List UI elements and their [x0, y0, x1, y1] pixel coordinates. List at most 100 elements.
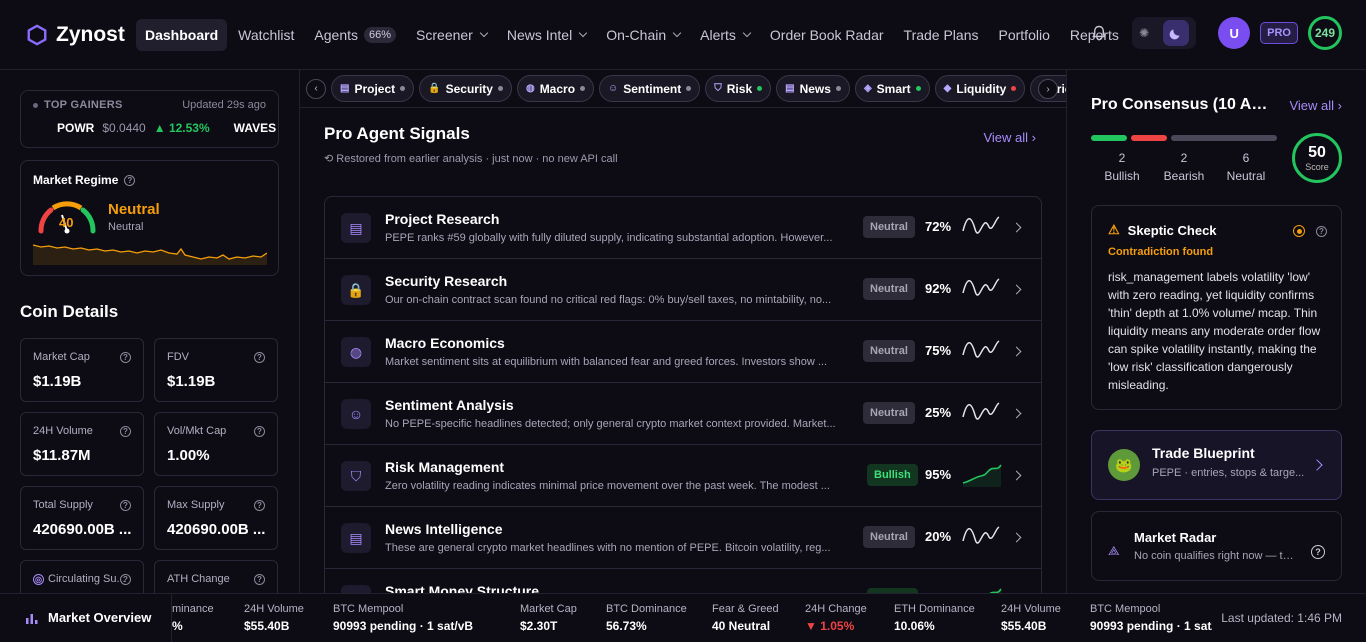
ticker-value: 90993 pending · 1 sat/vB [1090, 619, 1212, 633]
market-regime-card: Market Regime? 40 Neutral Neutral [20, 160, 279, 276]
notifications-button[interactable] [1082, 16, 1116, 50]
chevron-left-icon[interactable]: ‹ [306, 78, 326, 99]
nav-screener[interactable]: Screener [407, 19, 496, 51]
pepe-avatar-icon: 🐸 [1108, 449, 1140, 481]
help-icon[interactable]: ? [124, 174, 136, 186]
nav-agents[interactable]: Agents 66% [305, 19, 405, 51]
help-icon[interactable]: ? [254, 500, 265, 511]
help-icon[interactable]: ? [254, 574, 265, 585]
view-all-label: View all [983, 130, 1029, 145]
chip-label: Risk [726, 81, 753, 96]
nav-label: Alerts [700, 26, 736, 43]
neutral-count-value: 6 [1242, 151, 1250, 165]
last-updated: Last updated: 1:46 PM [1221, 611, 1342, 625]
ticker-item: Market Cap $2.30T [520, 603, 577, 633]
chip-liquidity[interactable]: ◆ Liquidity [934, 75, 1026, 102]
signal-row[interactable]: ⛉ Risk Management Zero volatility reading … [325, 445, 1041, 507]
stat-value: 420690.00B ... [167, 521, 265, 538]
help-icon[interactable]: ? [1311, 545, 1325, 559]
help-icon[interactable]: ? [120, 500, 131, 511]
gainer-price: $0.0440 [102, 121, 146, 135]
chip-risk[interactable]: ⛉ Risk [705, 75, 772, 102]
signals-view-all-link[interactable]: View all › [983, 130, 1036, 145]
history-icon: ⟲ [324, 153, 334, 165]
brand-name: Zynost [56, 22, 125, 46]
chip-label: Smart [876, 81, 911, 96]
signal-row[interactable]: ◈Smart Money StructurePrice swept liquid… [325, 569, 1041, 593]
chip-icon: ◆ [943, 83, 952, 94]
nav-watchlist[interactable]: Watchlist [229, 19, 303, 51]
signal-confidence: 72% [925, 219, 952, 234]
header-tools: ✺ U PRO 249 [1082, 16, 1342, 50]
signal-confidence: 92% [925, 281, 952, 296]
skeptic-flag: Contradiction found [1108, 246, 1214, 258]
stat-label: ATH Change [167, 573, 230, 585]
signal-status-badge: Neutral [863, 340, 915, 362]
signals-list: ▤ Project Research PEPE ranks #59 globally… [324, 196, 1042, 593]
neutral-bar [1171, 135, 1277, 141]
market-radar-card[interactable]: ⟁ Market Radar No coin qualifies right n… [1091, 511, 1342, 581]
chip-news[interactable]: ▤ News [776, 75, 850, 102]
chip-macro[interactable]: ◍ Macro [516, 75, 595, 102]
chevron-down-icon [742, 28, 752, 38]
help-icon[interactable]: ? [120, 574, 131, 585]
signal-row[interactable]: ▤ News Intelligence These are general cryp… [325, 507, 1041, 569]
chip-smart[interactable]: ◈ Smart [854, 75, 930, 102]
nav-on-chain[interactable]: On-Chain [597, 19, 689, 51]
points-ring[interactable]: 249 [1308, 16, 1342, 50]
top-gainers-updated: Updated 29s ago [182, 99, 266, 111]
gainer-symbol[interactable]: POWR [57, 121, 94, 135]
sun-icon[interactable]: ✺ [1139, 26, 1149, 40]
market-overview-title[interactable]: Market Overview [0, 593, 172, 642]
nav-order-book-radar[interactable]: Order Book Radar [761, 19, 893, 51]
signal-row[interactable]: 🔒 Security Research Our on-chain contract … [325, 259, 1041, 321]
neutral-count-label: Neutral [1226, 169, 1266, 183]
nav-label: Trade Plans [903, 26, 979, 43]
theme-toggle[interactable]: ✺ [1132, 17, 1197, 49]
signal-sparkline [962, 340, 1000, 358]
chevron-right-icon[interactable]: › [1038, 79, 1058, 99]
radar-icon: ⟁ [1108, 543, 1120, 558]
signal-desc: These are general crypto market headline… [385, 542, 831, 554]
signal-row[interactable]: ☺ Sentiment Analysis No PEPE-specific head… [325, 383, 1041, 445]
signal-row[interactable]: ▤ Project Research PEPE ranks #59 globally… [325, 197, 1041, 259]
nav-portfolio[interactable]: Portfolio [990, 19, 1059, 51]
help-icon[interactable]: ? [254, 352, 265, 363]
nav-trade-plans[interactable]: Trade Plans [895, 19, 988, 51]
help-icon[interactable]: ? [1316, 226, 1327, 237]
agent-icon: ◍ [341, 337, 371, 367]
consensus-view-all-link[interactable]: View all › [1289, 98, 1342, 113]
brand-logo[interactable]: Zynost [26, 23, 136, 47]
nav-dashboard[interactable]: Dashboard [136, 18, 228, 51]
stat-label: FDV [167, 351, 189, 363]
gainer-symbol[interactable]: WAVES [234, 121, 276, 135]
signals-subtitle: ⟲ Restored from earlier analysis · just … [324, 152, 1042, 165]
score-value: 50 [1308, 144, 1326, 161]
main-nav: Dashboard Watchlist Agents 66% Screener N… [136, 18, 1128, 51]
help-icon[interactable]: ? [120, 426, 131, 437]
user-avatar[interactable]: U [1218, 17, 1251, 49]
chip-security[interactable]: 🔒 Security [419, 75, 512, 102]
chip-sentiment[interactable]: ☺ Sentiment [599, 75, 701, 102]
plan-badge[interactable]: PRO [1260, 22, 1298, 44]
warning-icon: ⚠ [1108, 222, 1120, 237]
signal-row[interactable]: ◍ Macro Economics Market sentiment sits at… [325, 321, 1041, 383]
help-icon[interactable]: ? [120, 352, 131, 363]
market-regime-title: Market Regime [33, 173, 119, 187]
moon-icon[interactable] [1163, 20, 1190, 46]
ticker-label: BTC Mempool [333, 603, 404, 615]
help-icon[interactable]: ? [254, 426, 265, 437]
market-ticker: minance% 24H Volume $55.40B BTC Mempool 9099… [172, 594, 1212, 642]
ticker-item: 24H Volume $55.40B [1001, 603, 1061, 633]
nav-alerts[interactable]: Alerts [691, 19, 759, 51]
ticker-item: minance% [172, 603, 214, 633]
ticker-value: 56.73% [606, 619, 647, 633]
regime-sparkline [33, 244, 267, 265]
chip-project[interactable]: ▤ Project [331, 75, 415, 102]
bullish-bar [1091, 135, 1127, 141]
regime-score: 40 [59, 215, 74, 230]
trade-blueprint-card[interactable]: 🐸 Trade Blueprint PEPE · entries, stops … [1091, 430, 1342, 500]
nav-news-intel[interactable]: News Intel [498, 19, 595, 51]
consensus-score-ring: 50 Score [1292, 133, 1342, 183]
ticker-item: BTC Dominance 56.73% [606, 603, 687, 633]
